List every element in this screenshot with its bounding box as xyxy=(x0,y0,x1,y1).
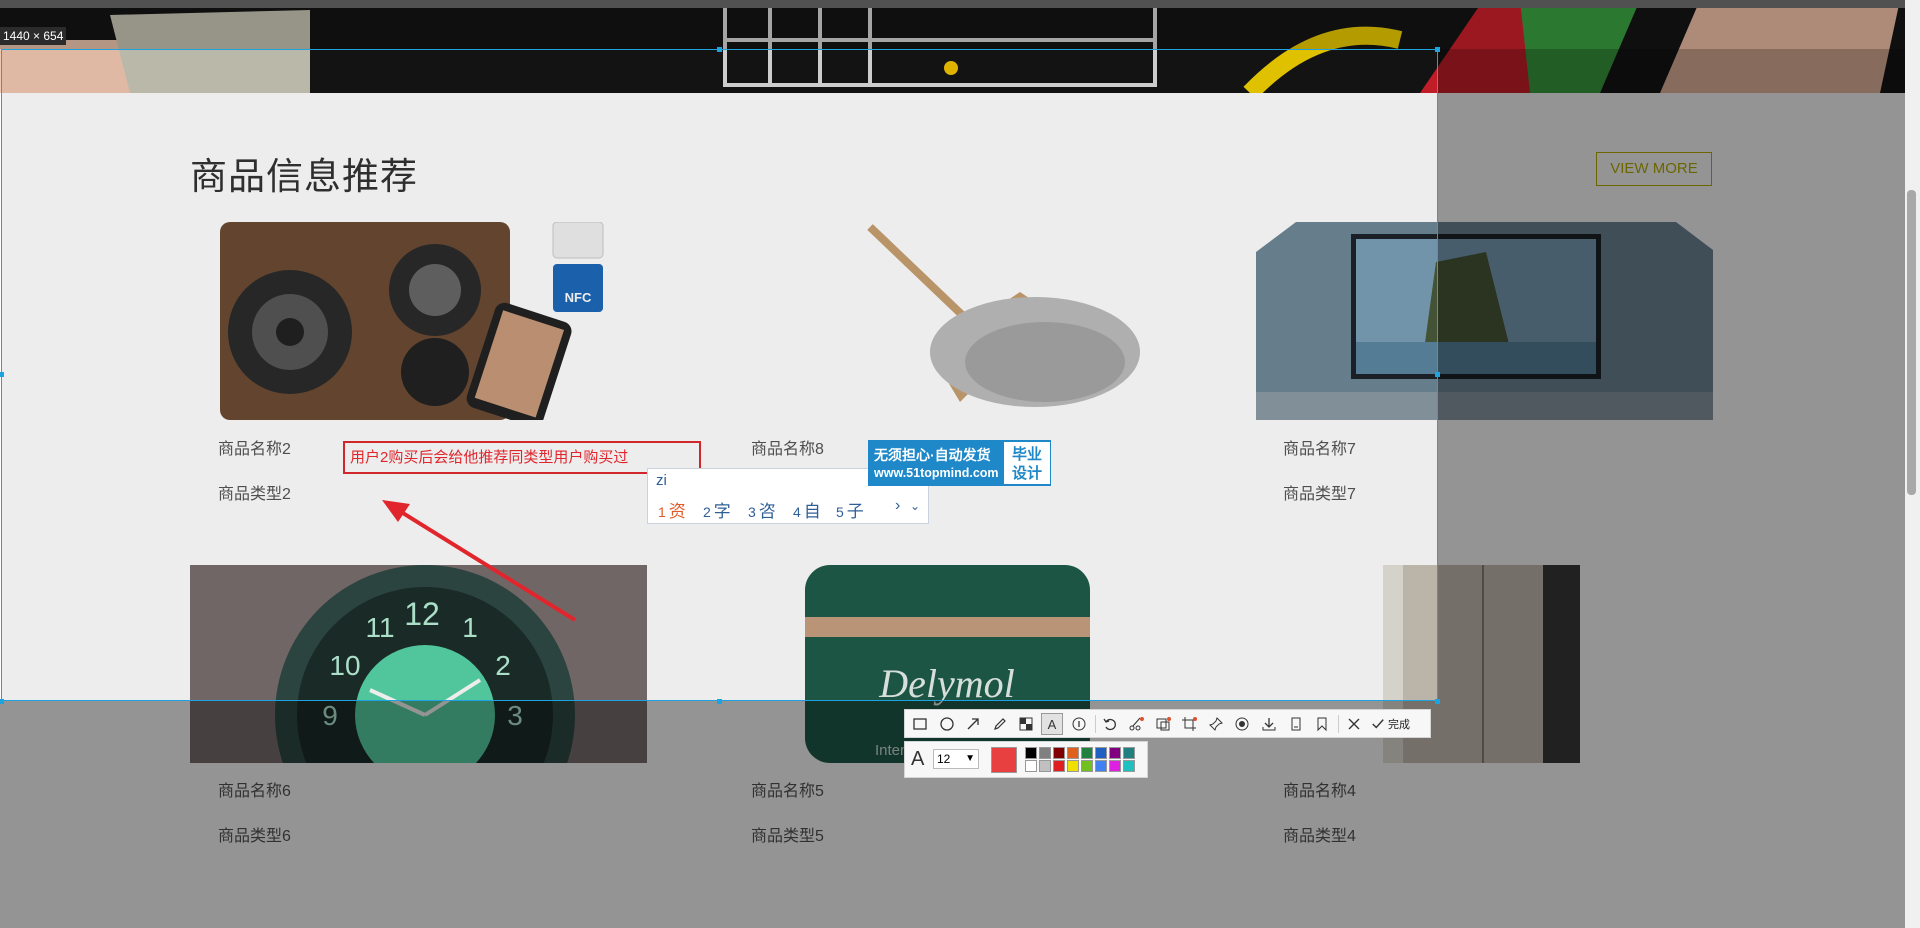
dropdown-arrow-icon: ▼ xyxy=(965,753,975,764)
resize-handle-bottom-left[interactable] xyxy=(0,699,4,704)
resize-handle-top-right[interactable] xyxy=(1435,47,1440,52)
color-swatch[interactable] xyxy=(1025,747,1037,759)
screenshot-dim-right xyxy=(1438,49,1920,928)
svg-text:A: A xyxy=(1048,717,1057,732)
crop-icon[interactable] xyxy=(1178,713,1200,735)
font-size-icon: A xyxy=(911,748,925,770)
ime-candidate-2[interactable]: 2字 xyxy=(703,497,731,522)
record-icon[interactable] xyxy=(1231,713,1253,735)
bookmark-icon[interactable] xyxy=(1311,713,1333,735)
toolbar-divider xyxy=(1095,715,1096,733)
ellipse-icon[interactable] xyxy=(936,713,958,735)
arrow-icon[interactable] xyxy=(962,713,984,735)
ad-side-label: 毕业 设计 xyxy=(1004,442,1050,484)
pin-icon[interactable] xyxy=(1205,713,1227,735)
rectangle-icon[interactable] xyxy=(909,713,931,735)
color-swatch[interactable] xyxy=(1123,760,1135,772)
color-swatch[interactable] xyxy=(1053,760,1065,772)
color-swatch[interactable] xyxy=(1109,747,1121,759)
annotation-arrow[interactable] xyxy=(370,490,590,630)
ocr-icon[interactable] xyxy=(1152,713,1174,735)
text-icon[interactable]: A xyxy=(1041,713,1063,735)
color-swatch[interactable] xyxy=(1067,747,1079,759)
cut-icon[interactable] xyxy=(1125,713,1147,735)
ad-line-1: 无须担心·自动发货 xyxy=(874,447,991,463)
check-icon xyxy=(1372,719,1384,729)
pen-icon[interactable] xyxy=(989,713,1011,735)
color-swatch[interactable] xyxy=(1039,747,1051,759)
ime-candidate-5[interactable]: 5子 xyxy=(836,497,864,522)
color-palette-top xyxy=(1025,747,1135,759)
ime-candidate-1[interactable]: 1资 xyxy=(658,497,686,522)
toolbar-divider xyxy=(1338,715,1339,733)
color-swatch[interactable] xyxy=(1095,760,1107,772)
capture-size-label: 1440 × 654 xyxy=(0,27,67,45)
color-swatch[interactable] xyxy=(1095,747,1107,759)
mosaic-icon[interactable] xyxy=(1015,713,1037,735)
current-color-swatch[interactable] xyxy=(991,747,1017,773)
ad-line-2: www.51topmind.com xyxy=(874,466,999,480)
resize-handle-left[interactable] xyxy=(0,372,4,377)
capture-selection[interactable] xyxy=(1,49,1438,701)
close-icon[interactable] xyxy=(1343,713,1365,735)
chevron-right-icon[interactable]: › xyxy=(895,497,900,515)
chevron-down-icon[interactable]: ⌄ xyxy=(910,499,920,513)
color-palette-bottom xyxy=(1025,760,1135,772)
ime-candidate-4[interactable]: 4自 xyxy=(793,497,821,522)
color-swatch[interactable] xyxy=(1123,747,1135,759)
resize-handle-bottom[interactable] xyxy=(717,699,722,704)
ad-badge[interactable]: 无须担心·自动发货 www.51topmind.com 毕业 设计 xyxy=(868,440,1051,486)
color-swatch[interactable] xyxy=(1081,760,1093,772)
resize-handle-bottom-right[interactable] xyxy=(1435,699,1440,704)
screenshot-dim-top-band xyxy=(0,0,1920,49)
done-button[interactable]: 完成 xyxy=(1371,713,1410,735)
copy-icon[interactable] xyxy=(1285,713,1307,735)
color-swatch[interactable] xyxy=(1053,747,1065,759)
text-style-toolbar: A 12 ▼ xyxy=(904,741,1148,778)
color-swatch[interactable] xyxy=(1067,760,1079,772)
ime-input-text: zi xyxy=(656,472,667,489)
color-swatch[interactable] xyxy=(1025,760,1037,772)
ime-candidate-3[interactable]: 3咨 xyxy=(748,497,776,522)
font-size-select[interactable]: 12 ▼ xyxy=(933,749,979,769)
resize-handle-right[interactable] xyxy=(1435,372,1440,377)
resize-handle-top[interactable] xyxy=(717,47,722,52)
download-icon[interactable] xyxy=(1258,713,1280,735)
scrollbar-thumb[interactable] xyxy=(1907,190,1916,495)
serial-number-icon[interactable] xyxy=(1068,713,1090,735)
color-swatch[interactable] xyxy=(1039,760,1051,772)
color-swatch[interactable] xyxy=(1109,760,1121,772)
color-swatch[interactable] xyxy=(1081,747,1093,759)
annotation-toolbar: A 完成 xyxy=(904,709,1431,738)
undo-icon[interactable] xyxy=(1099,713,1121,735)
